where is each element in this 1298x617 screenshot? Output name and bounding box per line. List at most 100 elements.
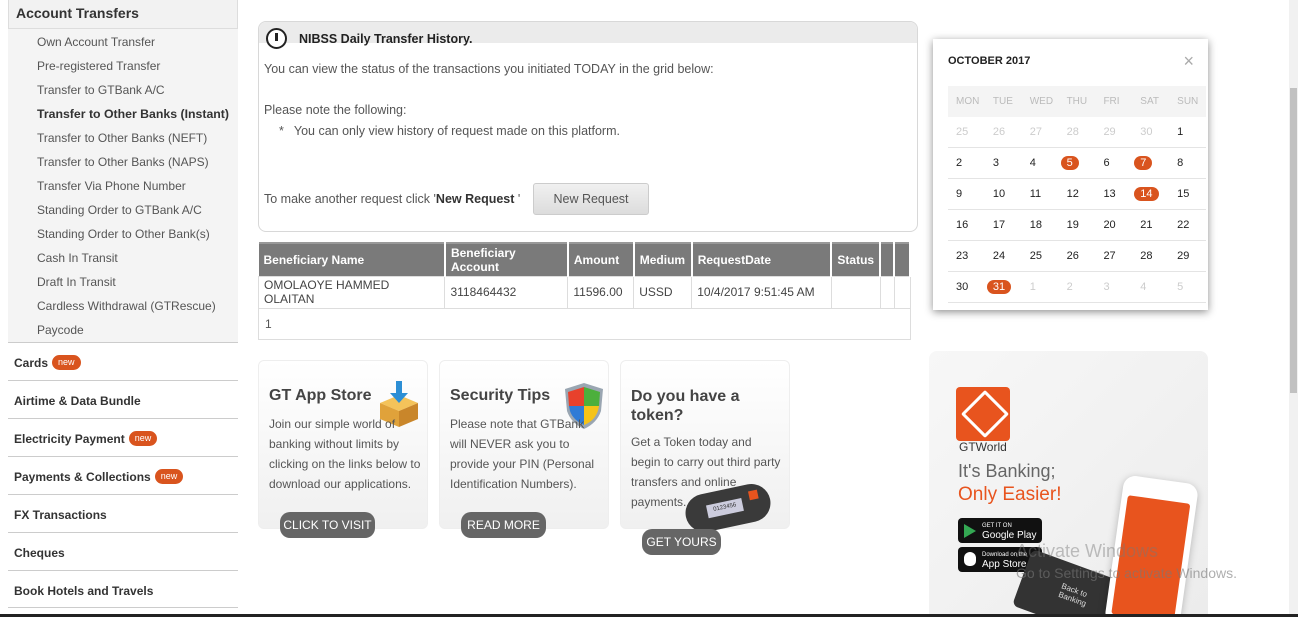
- page-title: NIBSS Daily Transfer History.: [299, 32, 473, 46]
- calendar-day-number: 5: [1177, 281, 1184, 293]
- calendar-week-row: 9 10 11 12 13 14 15: [948, 179, 1206, 210]
- calendar-day[interactable]: 21: [1132, 210, 1169, 240]
- calendar-day-number: 25: [956, 126, 969, 138]
- weekday-label: MON: [956, 96, 980, 107]
- click-to-visit-button[interactable]: CLICK TO VISIT: [280, 512, 375, 538]
- sidebar-item-transfer-other-banks-instant[interactable]: Transfer to Other Banks (Instant): [8, 102, 238, 126]
- calendar-day[interactable]: 12: [1059, 179, 1096, 209]
- close-icon[interactable]: ×: [1183, 51, 1194, 72]
- calendar-day[interactable]: 31: [985, 272, 1022, 302]
- column-header-request-date[interactable]: RequestDate: [691, 242, 833, 276]
- calendar-day[interactable]: 6: [1095, 148, 1132, 178]
- sidebar-item-label: Payments & Collections: [14, 470, 151, 484]
- weekday-label: SUN: [1177, 96, 1199, 107]
- sidebar-item-transfer-other-banks-neft[interactable]: Transfer to Other Banks (NEFT): [8, 126, 238, 150]
- calendar-day[interactable]: 16: [948, 210, 985, 240]
- windows-watermark-text: Go to Settings to activate Windows.: [1016, 565, 1237, 581]
- calendar-day-number: 6: [1103, 157, 1110, 169]
- new-request-button[interactable]: New Request: [533, 183, 649, 215]
- sidebar-item-transfer-via-phone[interactable]: Transfer Via Phone Number: [8, 174, 238, 198]
- calendar-day[interactable]: 1: [1169, 117, 1206, 147]
- request-suffix: ': [514, 192, 521, 206]
- cell-medium: USSD: [633, 275, 693, 309]
- calendar-day-number: 24: [992, 250, 1006, 262]
- sidebar-item-payments-collections[interactable]: Payments & Collections new: [8, 456, 238, 494]
- weekday-label: SAT: [1140, 96, 1160, 107]
- sidebar-item-paycode[interactable]: Paycode: [8, 318, 238, 342]
- ad-brand: GTWorld: [959, 440, 1007, 454]
- request-bold: New Request: [435, 192, 515, 206]
- calendar-day[interactable]: 30: [948, 272, 985, 302]
- sidebar-item-airtime-data[interactable]: Airtime & Data Bundle: [8, 380, 238, 418]
- get-yours-button[interactable]: GET YOURS: [642, 529, 721, 555]
- calendar-day[interactable]: 23: [948, 241, 985, 271]
- read-more-button[interactable]: READ MORE: [461, 512, 546, 538]
- calendar-day[interactable]: 2: [948, 148, 985, 178]
- calendar-day-number: 23: [956, 250, 969, 262]
- cell-request-date: 10/4/2017 9:51:45 AM: [691, 275, 832, 309]
- column-header-amount[interactable]: Amount: [567, 242, 635, 276]
- sidebar-item-standing-order-other-banks[interactable]: Standing Order to Other Bank(s): [8, 222, 238, 246]
- scrollbar-thumb[interactable]: [1290, 88, 1297, 393]
- calendar-day-number: 13: [1103, 188, 1116, 200]
- promo-title: Security Tips: [450, 387, 551, 404]
- sidebar-item-cash-in-transit[interactable]: Cash In Transit: [8, 246, 238, 270]
- calendar-grid: MON TUE WED THU FRI SAT SUN 25 26 27 28 29 30…: [948, 86, 1206, 303]
- calendar-day[interactable]: 17: [985, 210, 1022, 240]
- column-header-beneficiary-name[interactable]: Beneficiary Name: [258, 242, 446, 276]
- calendar-day[interactable]: 24: [985, 241, 1022, 271]
- vertical-scrollbar[interactable]: [1289, 0, 1298, 617]
- sidebar-item-transfer-to-gtbank[interactable]: Transfer to GTBank A/C: [8, 78, 238, 102]
- calendar-month-title: OCTOBER 2017: [948, 55, 1031, 67]
- sidebar-item-pre-registered-transfer[interactable]: Pre-registered Transfer: [8, 54, 238, 78]
- calendar-day[interactable]: 28: [1132, 241, 1169, 271]
- calendar-day[interactable]: 25: [1022, 241, 1059, 271]
- calendar-day[interactable]: 14: [1132, 179, 1169, 209]
- calendar-day-number: 15: [1177, 188, 1190, 200]
- calendar-day[interactable]: 8: [1169, 148, 1206, 178]
- sidebar-item-book-hotels-travels[interactable]: Book Hotels and Travels: [8, 570, 238, 608]
- table-row[interactable]: OMOLAOYE HAMMED OLAITAN 3118464432 11596…: [257, 275, 911, 309]
- calendar-day-number: 27: [1103, 250, 1116, 262]
- calendar-day[interactable]: 4: [1022, 148, 1059, 178]
- calendar-day[interactable]: 26: [1059, 241, 1096, 271]
- column-header-beneficiary-account[interactable]: Beneficiary Account: [444, 242, 569, 276]
- calendar-day[interactable]: 27: [1095, 241, 1132, 271]
- sidebar-item-label: Cards: [14, 356, 49, 370]
- sidebar-item-standing-order-gtbank[interactable]: Standing Order to GTBank A/C: [8, 198, 238, 222]
- calendar-day[interactable]: 11: [1022, 179, 1059, 209]
- weekday-label: FRI: [1103, 96, 1120, 107]
- calendar-day-number: 11: [1029, 188, 1042, 200]
- sidebar-item-draft-in-transit[interactable]: Draft In Transit: [8, 270, 238, 294]
- calendar-day[interactable]: 22: [1169, 210, 1206, 240]
- calendar-day[interactable]: 18: [1022, 210, 1059, 240]
- sidebar-item-cardless-withdrawal[interactable]: Cardless Withdrawal (GTRescue): [8, 294, 238, 318]
- play-store-icon: [964, 524, 976, 538]
- calendar-day[interactable]: 7: [1132, 148, 1169, 178]
- calendar-day[interactable]: 29: [1169, 241, 1206, 271]
- calendar-day[interactable]: 20: [1095, 210, 1132, 240]
- cell-extra: [879, 275, 895, 309]
- info-icon: [266, 28, 287, 49]
- calendar-day[interactable]: 3: [985, 148, 1022, 178]
- sidebar-item-electricity-payment[interactable]: Electricity Payment new: [8, 418, 238, 456]
- sidebar-item-transfer-other-banks-naps[interactable]: Transfer to Other Banks (NAPS): [8, 150, 238, 174]
- column-header-status[interactable]: Status: [831, 242, 882, 276]
- calendar-day[interactable]: 10: [985, 179, 1022, 209]
- page-number[interactable]: 1: [265, 317, 272, 331]
- sidebar-header-account-transfers[interactable]: Account Transfers: [8, 0, 238, 29]
- column-header-medium[interactable]: Medium: [633, 242, 693, 276]
- sidebar-item-own-account-transfer[interactable]: Own Account Transfer: [8, 30, 238, 54]
- sidebar-item-fx-transactions[interactable]: FX Transactions: [8, 494, 238, 532]
- google-play-button[interactable]: GET IT ON Google Play: [958, 518, 1042, 543]
- sidebar-submenu: Own Account Transfer Pre-registered Tran…: [8, 29, 238, 342]
- token-screen: 0123456: [706, 498, 744, 519]
- calendar-day: 5: [1169, 272, 1206, 302]
- sidebar-item-cards[interactable]: Cards new: [8, 342, 238, 380]
- calendar-day[interactable]: 15: [1169, 179, 1206, 209]
- calendar-day[interactable]: 9: [948, 179, 985, 209]
- calendar-day[interactable]: 5: [1059, 148, 1096, 178]
- calendar-day[interactable]: 19: [1059, 210, 1096, 240]
- sidebar-item-cheques[interactable]: Cheques: [8, 532, 238, 570]
- calendar-day[interactable]: 13: [1095, 179, 1132, 209]
